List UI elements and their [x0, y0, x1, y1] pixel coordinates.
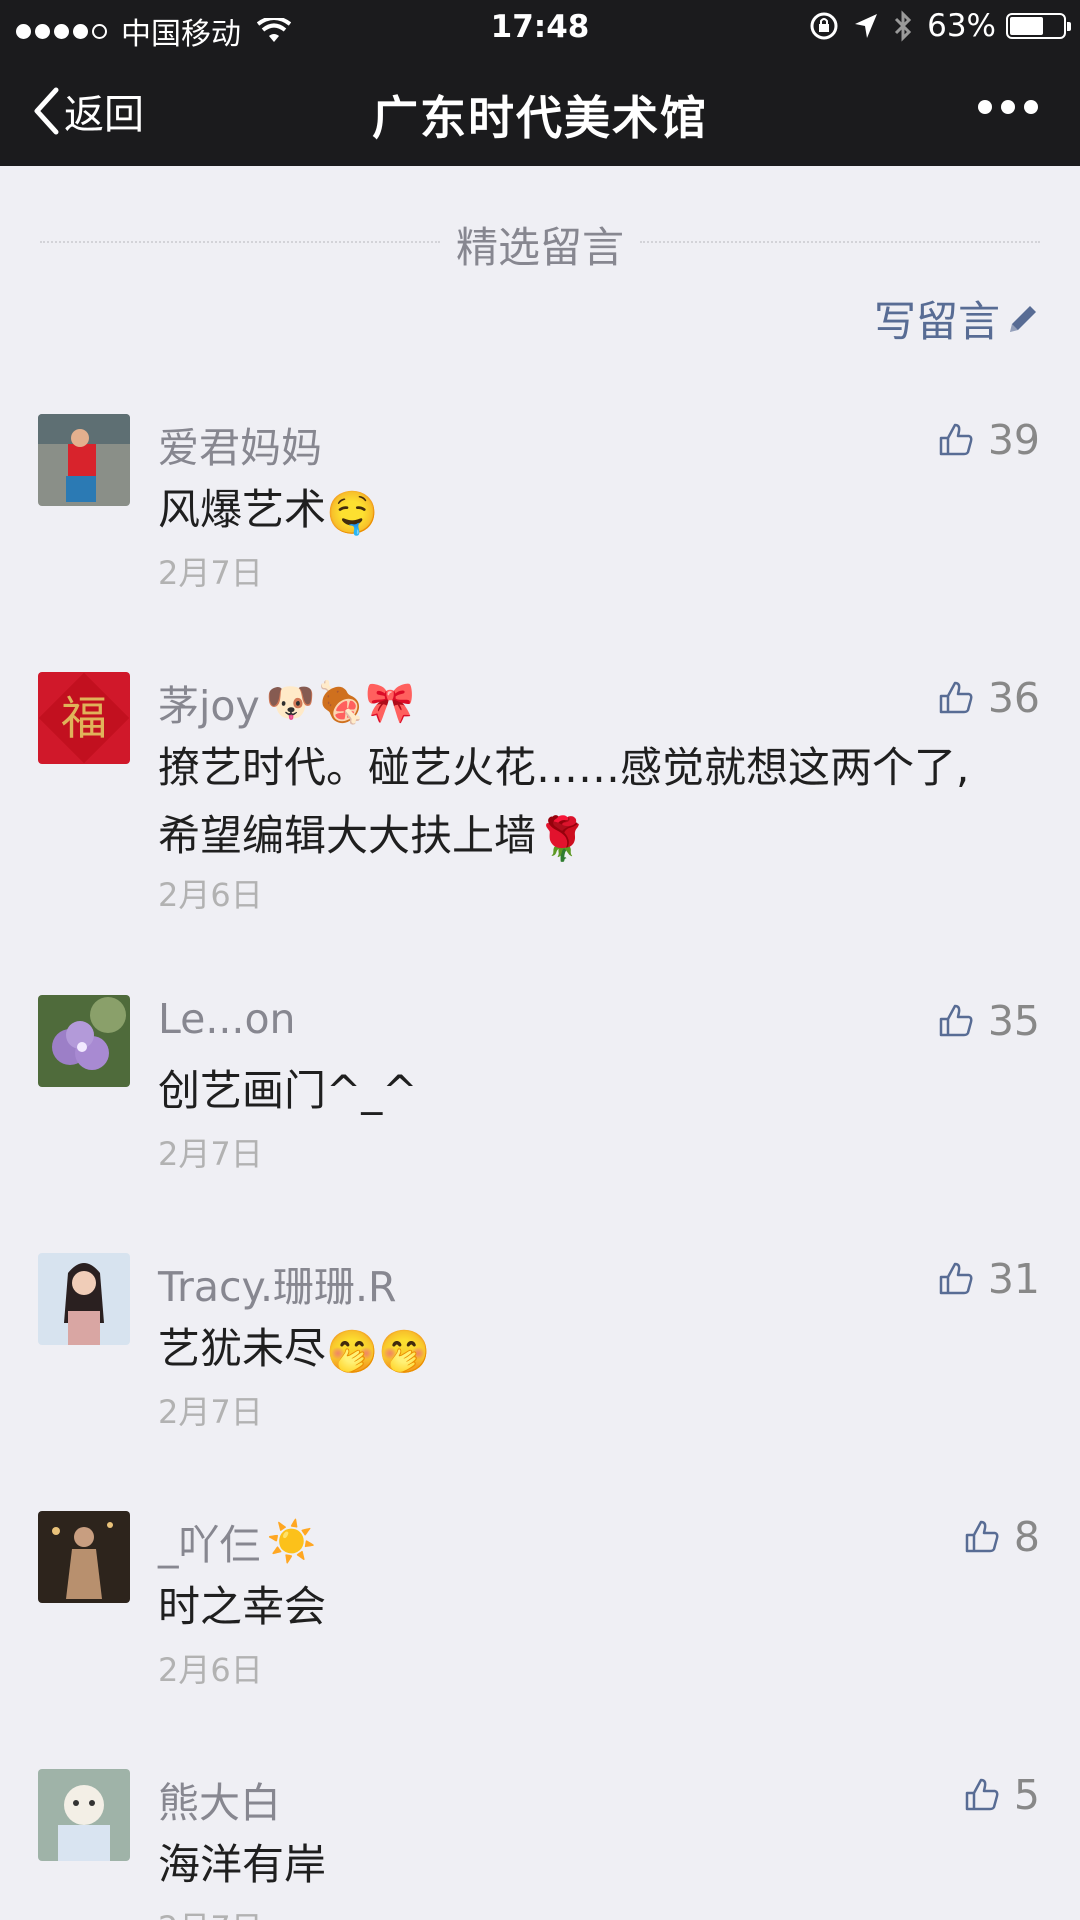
like-count: 39: [987, 416, 1040, 464]
comment-date: 2月7日: [158, 1135, 263, 1173]
comment-date: 2月7日: [158, 554, 263, 592]
comment-date: 2月6日: [158, 1651, 263, 1689]
more-dot: [1024, 100, 1038, 114]
battery-percentage: 63%: [927, 8, 996, 44]
navigation-bar: 返回 广东时代美术馆: [0, 54, 1080, 166]
avatar[interactable]: [38, 995, 130, 1087]
like-count: 31: [987, 1255, 1040, 1303]
more-dot: [978, 100, 992, 114]
divider-right: [640, 241, 1040, 243]
comment-content: 时之幸会: [158, 1582, 327, 1631]
avatar[interactable]: [38, 1253, 130, 1345]
like-button[interactable]: 8: [964, 1513, 1040, 1561]
like-button[interactable]: 35: [938, 997, 1040, 1045]
comment-nickname: 爱君妈妈: [158, 424, 322, 472]
emoji: 🌹: [536, 813, 589, 863]
comment-date: 2月6日: [158, 876, 263, 914]
like-count: 35: [987, 997, 1040, 1045]
comment-item: 爱君妈妈 39 风爆艺术🤤 2月7日: [0, 414, 1080, 604]
comment-content: 风爆艺术🤤: [158, 476, 1038, 547]
comment-content: 海洋有岸: [158, 1840, 327, 1889]
status-bar: 中国移动 17:48 63%: [0, 0, 1080, 54]
location-icon: [853, 12, 879, 40]
thumbs-up-icon: [939, 681, 973, 714]
write-comment-label: 写留言: [873, 297, 1000, 346]
comment-item: 福 茅joy 🐶🍖🎀 36 撩艺时代。碰艺火花……感觉就想这两个了, 希望编辑大大…: [0, 672, 1080, 922]
comment-item: 熊大白 5 海洋有岸 2月7日: [0, 1769, 1080, 1920]
avatar[interactable]: [38, 414, 130, 506]
pencil-icon: [1010, 305, 1036, 332]
comment-nickname: Le...on: [158, 995, 296, 1043]
nickname-emoji: 🐶🍖🎀: [265, 679, 416, 726]
thumbs-up-icon: [965, 1520, 999, 1553]
battery-icon: [1006, 13, 1071, 39]
comment-nickname: 熊大白: [158, 1779, 281, 1827]
page-title: 广东时代美术馆: [372, 91, 708, 145]
thumbs-up-icon: [939, 423, 973, 456]
avatar[interactable]: [38, 1511, 130, 1603]
emoji: 🤭🤭: [326, 1326, 431, 1376]
orientation-lock-icon: [809, 11, 839, 41]
comment-line: 希望编辑大大扶上墙: [158, 811, 537, 860]
nickname-emoji: ☀️: [266, 1518, 317, 1565]
like-button[interactable]: 36: [938, 674, 1040, 722]
comment-content: 创艺画门^_^: [158, 1066, 418, 1115]
bluetooth-icon: [893, 10, 913, 42]
section-header: 精选留言: [40, 210, 1040, 272]
like-button[interactable]: 31: [938, 1255, 1040, 1303]
comment-item: Le...on 35 创艺画门^_^ 2月7日: [0, 995, 1080, 1185]
thumbs-up-icon: [939, 1004, 973, 1037]
like-count: 8: [1013, 1513, 1040, 1561]
avatar[interactable]: [38, 1769, 130, 1861]
thumbs-up-icon: [965, 1778, 999, 1811]
comment-line: 撩艺时代。碰艺火花……感觉就想这两个了,: [158, 743, 970, 792]
thumbs-up-icon: [939, 1262, 973, 1295]
comment-date: 2月7日: [158, 1903, 263, 1920]
comment-nickname: 茅joy 🐶🍖🎀: [158, 679, 416, 731]
svg-text:福: 福: [61, 691, 107, 745]
comment-date: 2月7日: [158, 1393, 263, 1431]
like-button[interactable]: 5: [964, 1771, 1040, 1819]
comment-nickname: Tracy.珊珊.R: [158, 1263, 397, 1311]
comment-content: 艺犹未尽🤭🤭: [158, 1315, 1038, 1386]
comment-item: _吖仨 ☀️ 8 时之幸会 2月6日: [0, 1511, 1080, 1701]
write-comment-button[interactable]: 写留言: [874, 288, 1040, 349]
more-dot: [1001, 100, 1015, 114]
more-options-button[interactable]: [969, 100, 1038, 114]
comment-item: Tracy.珊珊.R 31 艺犹未尽🤭🤭 2月7日: [0, 1253, 1080, 1443]
comment-nickname: _吖仨 ☀️: [158, 1518, 317, 1570]
like-count: 36: [987, 674, 1040, 722]
like-button[interactable]: 39: [938, 416, 1040, 464]
section-title: 精选留言: [455, 223, 624, 272]
comment-content: 撩艺时代。碰艺火花……感觉就想这两个了, 希望编辑大大扶上墙🌹: [158, 734, 1038, 873]
emoji: 🤤: [326, 487, 379, 537]
avatar[interactable]: 福: [38, 672, 130, 764]
like-count: 5: [1013, 1771, 1040, 1819]
